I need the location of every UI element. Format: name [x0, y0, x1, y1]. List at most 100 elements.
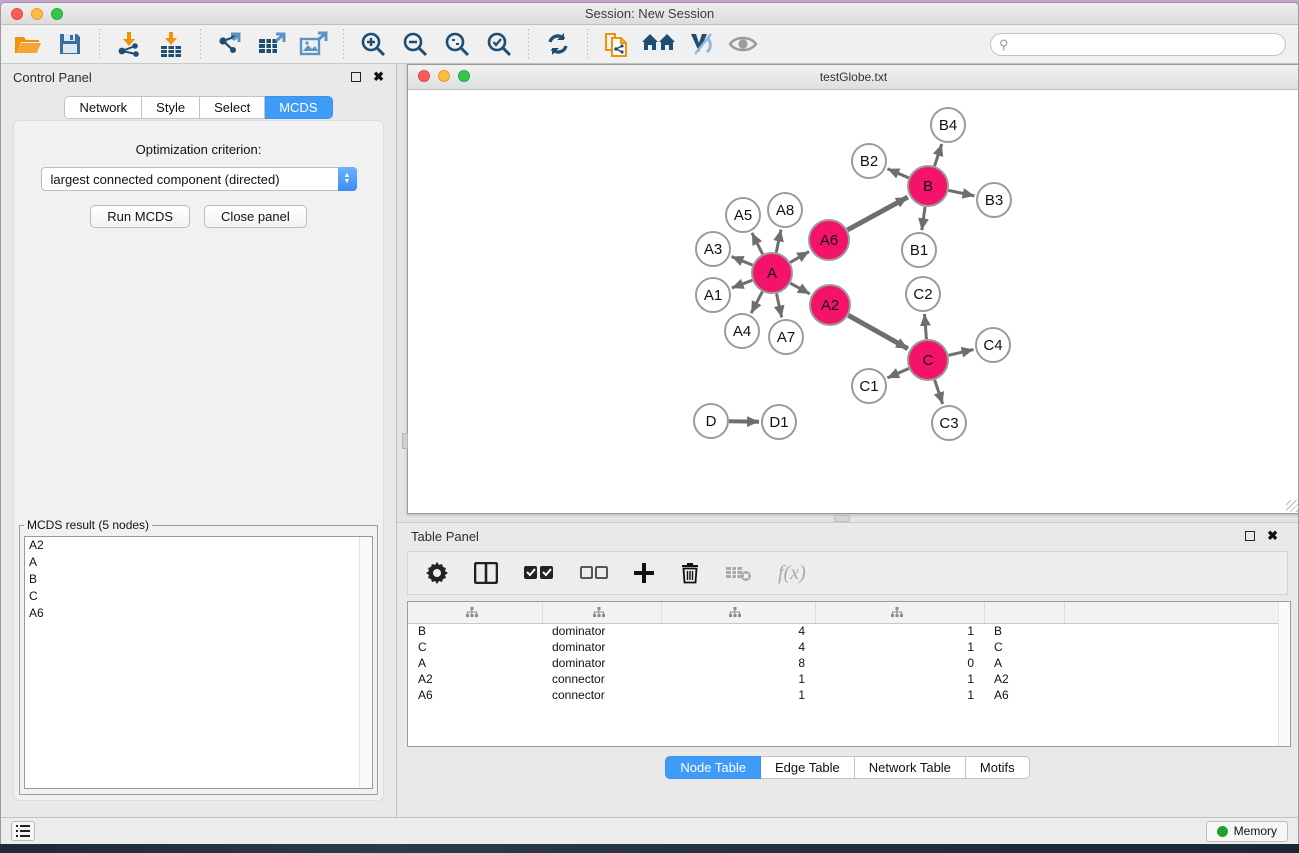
mcds-result-item[interactable]: A6 — [25, 605, 372, 622]
mcds-result-item[interactable]: C — [25, 588, 372, 605]
cell-name[interactable]: A6 — [984, 687, 1064, 703]
node-B1[interactable]: B1 — [902, 233, 936, 267]
mcds-result-item[interactable]: A2 — [25, 537, 372, 554]
float-table-panel-icon[interactable] — [1245, 531, 1255, 541]
cell-predecessor-nodes[interactable]: 1 — [815, 623, 984, 639]
zoom-fit-icon[interactable] — [438, 28, 476, 60]
edge-B-B4[interactable] — [935, 144, 942, 166]
export-image-icon[interactable] — [295, 28, 333, 60]
column-header-MCDS-role[interactable] — [542, 602, 661, 623]
cell-predecessor-nodes[interactable]: 1 — [815, 687, 984, 703]
cell-successor-nodes[interactable]: 4 — [661, 639, 815, 655]
close-window-button[interactable] — [11, 8, 23, 20]
eye-icon[interactable] — [724, 28, 762, 60]
node-A3[interactable]: A3 — [696, 232, 730, 266]
node-B4[interactable]: B4 — [931, 108, 965, 142]
column-header-successor-nodes[interactable] — [661, 602, 815, 623]
edge-B-B2[interactable] — [887, 169, 908, 178]
tab-edge-table[interactable]: Edge Table — [761, 756, 855, 779]
cell-predecessor-nodes[interactable]: 1 — [815, 639, 984, 655]
edge-A-A8[interactable] — [776, 230, 781, 253]
table-row[interactable]: Adominator80A — [408, 655, 1278, 671]
table-row[interactable]: Bdominator41B — [408, 623, 1278, 639]
zoom-out-icon[interactable] — [396, 28, 434, 60]
refresh-layout-icon[interactable] — [539, 28, 577, 60]
gear-icon[interactable] — [426, 562, 448, 584]
edge-A-A3[interactable] — [732, 257, 753, 266]
clone-network-icon[interactable] — [598, 28, 636, 60]
houses-icon[interactable] — [640, 28, 678, 60]
export-network-icon[interactable] — [211, 28, 249, 60]
result-list-scrollbar[interactable] — [359, 537, 372, 788]
close-network-window-button[interactable] — [418, 70, 430, 82]
table-row[interactable]: Cdominator41C — [408, 639, 1278, 655]
node-A2[interactable]: A2 — [810, 285, 850, 325]
node-A[interactable]: A — [752, 253, 792, 293]
search-input[interactable] — [990, 33, 1286, 56]
cell-shared-name[interactable]: A6 — [408, 687, 542, 703]
zoom-in-icon[interactable] — [354, 28, 392, 60]
tab-node-table[interactable]: Node Table — [665, 756, 761, 779]
cell-shared-name[interactable]: C — [408, 639, 542, 655]
trash-icon[interactable] — [680, 562, 700, 584]
node-A5[interactable]: A5 — [726, 198, 760, 232]
cell-shared-name[interactable]: A — [408, 655, 542, 671]
mcds-result-item[interactable]: A — [25, 554, 372, 571]
close-panel-button[interactable]: Close panel — [204, 205, 307, 228]
edge-A-A4[interactable] — [751, 292, 762, 314]
memory-button[interactable]: Memory — [1206, 821, 1288, 842]
cell-MCDS-role[interactable]: dominator — [542, 655, 661, 671]
edge-A2-C[interactable] — [848, 315, 908, 348]
zoom-window-button[interactable] — [51, 8, 63, 20]
cell-MCDS-role[interactable]: connector — [542, 671, 661, 687]
edge-C-C1[interactable] — [887, 368, 908, 377]
close-panel-icon[interactable]: ✖ — [373, 72, 384, 82]
cell-shared-name[interactable]: A2 — [408, 671, 542, 687]
edge-A-A2[interactable] — [790, 283, 809, 294]
mcds-result-list[interactable]: A2ABCA6 — [24, 536, 373, 789]
edge-A-A7[interactable] — [776, 294, 781, 318]
edge-A6-B[interactable] — [847, 197, 907, 230]
cell-MCDS-role[interactable]: dominator — [542, 639, 661, 655]
node-B3[interactable]: B3 — [977, 183, 1011, 217]
optimization-criterion-dropdown[interactable]: largest connected component (directed) ▲… — [41, 167, 357, 191]
edge-C-C2[interactable] — [925, 314, 927, 339]
node-A7[interactable]: A7 — [769, 320, 803, 354]
split-view-icon[interactable] — [474, 562, 498, 584]
task-history-button[interactable] — [11, 821, 35, 841]
import-network-icon[interactable] — [110, 28, 148, 60]
vertical-splitter-handle[interactable] — [402, 433, 408, 449]
node-C1[interactable]: C1 — [852, 369, 886, 403]
cell-predecessor-nodes[interactable]: 1 — [815, 671, 984, 687]
node-B2[interactable]: B2 — [852, 144, 886, 178]
column-header-predecessor-nodes[interactable] — [815, 602, 984, 623]
cell-name[interactable]: A2 — [984, 671, 1064, 687]
table-row[interactable]: A6connector11A6 — [408, 687, 1278, 703]
mcds-result-item[interactable]: B — [25, 571, 372, 588]
edge-A-A1[interactable] — [732, 280, 753, 288]
export-table-icon[interactable] — [253, 28, 291, 60]
node-D1[interactable]: D1 — [762, 405, 796, 439]
close-table-panel-icon[interactable]: ✖ — [1267, 531, 1278, 541]
cell-MCDS-role[interactable]: connector — [542, 687, 661, 703]
zoom-network-window-button[interactable] — [458, 70, 470, 82]
select-all-icon[interactable] — [524, 565, 554, 581]
save-session-icon[interactable] — [51, 28, 89, 60]
tab-mcds[interactable]: MCDS — [265, 96, 332, 119]
table-row[interactable]: A2connector11A2 — [408, 671, 1278, 687]
zoom-selected-icon[interactable] — [480, 28, 518, 60]
tab-select[interactable]: Select — [200, 96, 265, 119]
tab-motifs[interactable]: Motifs — [966, 756, 1030, 779]
node-A1[interactable]: A1 — [696, 278, 730, 312]
minimize-network-window-button[interactable] — [438, 70, 450, 82]
cell-name[interactable]: B — [984, 623, 1064, 639]
node-C2[interactable]: C2 — [906, 277, 940, 311]
open-file-icon[interactable] — [9, 28, 47, 60]
cell-name[interactable]: A — [984, 655, 1064, 671]
tab-network[interactable]: Network — [64, 96, 142, 119]
hide-graphics-icon[interactable] — [682, 28, 720, 60]
cell-successor-nodes[interactable]: 4 — [661, 623, 815, 639]
minimize-window-button[interactable] — [31, 8, 43, 20]
add-icon[interactable] — [634, 563, 654, 583]
edge-A-A6[interactable] — [790, 252, 809, 263]
